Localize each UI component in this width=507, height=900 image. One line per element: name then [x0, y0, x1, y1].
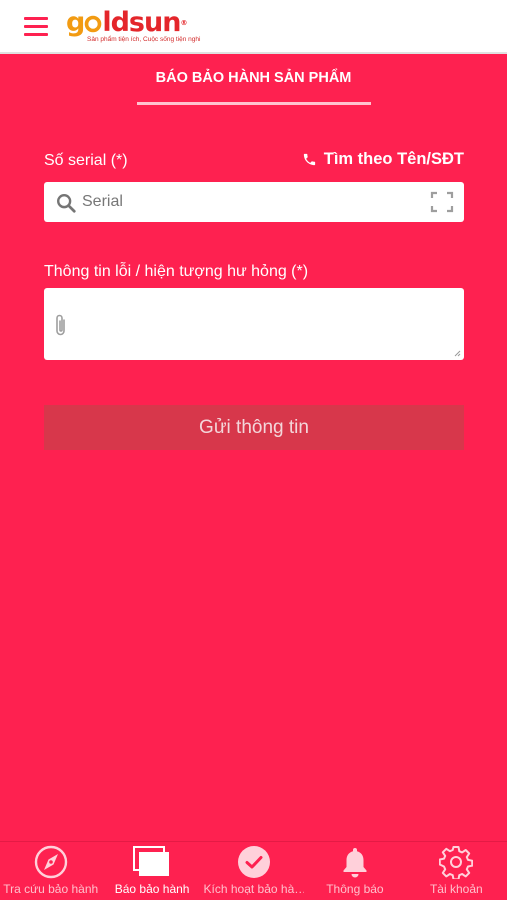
- check-circle-icon: [237, 846, 270, 878]
- nav-label: Kích hoạt bảo hà…: [203, 882, 304, 896]
- compass-icon: [34, 845, 67, 879]
- serial-field: [44, 182, 464, 222]
- nav-tai-khoan[interactable]: Tài khoản: [406, 842, 507, 900]
- search-by-label: Tìm theo Tên/SĐT: [323, 150, 464, 168]
- menu-icon[interactable]: [24, 17, 48, 37]
- phone-icon: [303, 153, 315, 166]
- nav-label: Báo bảo hành: [114, 882, 190, 896]
- title-underline: [137, 102, 371, 105]
- logo-wordmark: g ldsun®: [66, 7, 187, 38]
- nav-label: Thông báo: [326, 882, 384, 896]
- cards-icon: [133, 846, 170, 876]
- gear-icon: [439, 846, 474, 879]
- paperclip-icon[interactable]: [53, 313, 69, 339]
- logo-sun-o: [85, 15, 102, 33]
- goldsun-logo: g ldsun® Sản phẩm tiện ích, Cuộc sống tiệ…: [66, 9, 226, 47]
- page-title: BÁO BẢO HÀNH SẢN PHẨM: [155, 70, 352, 86]
- serial-input[interactable]: [82, 182, 422, 222]
- bell-icon: [343, 848, 367, 878]
- nav-tra-cuu-bao-hanh[interactable]: Tra cứu bảo hành: [0, 842, 101, 900]
- bottom-nav: Tra cứu bảo hành Báo bảo hành Kích hoạt …: [0, 841, 507, 900]
- search-icon: [57, 194, 76, 213]
- nav-label: Tra cứu bảo hành: [3, 882, 99, 896]
- serial-label: Số serial (*): [44, 152, 128, 169]
- nav-kich-hoat-bao-hanh[interactable]: Kích hoạt bảo hà…: [203, 842, 304, 900]
- logo-tagline: Sản phẩm tiện ích, Cuộc sống tiện nghi: [87, 36, 201, 43]
- issue-textarea[interactable]: [82, 296, 454, 352]
- app-header: g ldsun® Sản phẩm tiện ích, Cuộc sống tiệ…: [0, 0, 507, 54]
- nav-label: Tài khoản: [429, 882, 483, 896]
- submit-button[interactable]: Gửi thông tin: [44, 405, 464, 450]
- issue-field: [44, 288, 464, 360]
- scan-barcode-icon[interactable]: [430, 191, 454, 213]
- resize-grip-icon[interactable]: [453, 349, 461, 357]
- issue-label: Thông tin lỗi / hiện tượng hư hỏng (*): [44, 263, 309, 280]
- nav-thong-bao[interactable]: Thông báo: [304, 842, 405, 900]
- nav-bao-bao-hanh[interactable]: Báo bảo hành: [101, 842, 202, 900]
- search-by-name-phone-link[interactable]: Tìm theo Tên/SĐT: [302, 150, 464, 169]
